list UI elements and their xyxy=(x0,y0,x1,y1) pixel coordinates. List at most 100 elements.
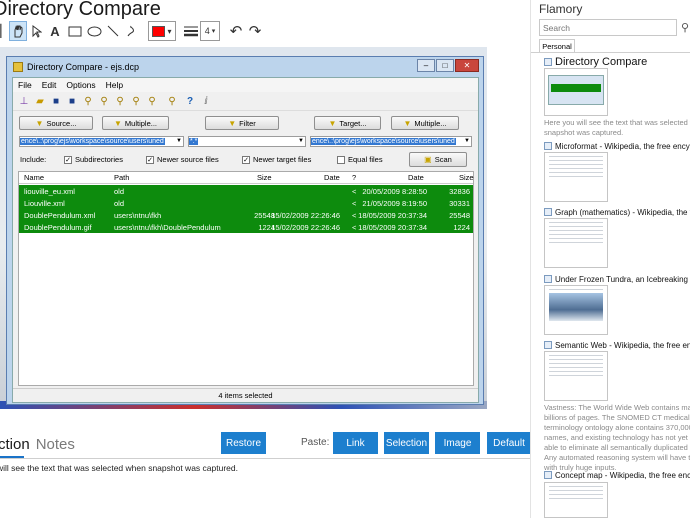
menu-file[interactable]: File xyxy=(18,78,32,92)
sync-icon[interactable]: ⚲ xyxy=(166,95,178,108)
minimize-icon[interactable]: – xyxy=(417,59,435,72)
snapshot-thumbnail[interactable] xyxy=(544,285,608,335)
close-icon[interactable]: ✕ xyxy=(455,59,479,72)
tab-notes[interactable]: Notes xyxy=(36,436,75,453)
table-row[interactable]: DoublePendulum.gif users\ntnu\fkh\DoubleP… xyxy=(19,221,473,233)
compare-icon[interactable]: ⊥ xyxy=(18,95,30,108)
col-path[interactable]: Path xyxy=(114,173,129,182)
rectangle-tool-icon[interactable] xyxy=(67,21,83,41)
snapshot-title[interactable]: Under Frozen Tundra, an Icebreaking Ship xyxy=(544,275,690,284)
menu-options[interactable]: Options xyxy=(66,78,95,92)
snapshot-title[interactable]: Semantic Web - Wikipedia, the free encyc… xyxy=(544,341,690,350)
move-icon[interactable]: ⚲ xyxy=(130,95,142,108)
tab-selection[interactable]: ction xyxy=(0,436,30,453)
equal-files-option[interactable]: Equal files xyxy=(337,155,383,164)
snapshot-title[interactable]: Microformat - Wikipedia, the free encycl… xyxy=(544,142,690,151)
filter-combo[interactable]: *.* ▼ xyxy=(188,136,306,147)
maximize-icon[interactable]: □ xyxy=(436,59,454,72)
table-cell: 30331 xyxy=(449,199,470,208)
text-tool-icon[interactable]: A xyxy=(48,21,62,41)
flamory-app: Directory Compare ▏ A ▾ 4 ▾ ↶ ↷ Director… xyxy=(0,0,690,518)
checkbox-unchecked[interactable] xyxy=(337,155,345,164)
subdirectories-option[interactable]: ✓ Subdirectories xyxy=(64,155,123,164)
col-compare[interactable]: ? xyxy=(352,173,356,182)
checkbox-checked[interactable]: ✓ xyxy=(64,155,72,164)
snapshot-thumbnail[interactable] xyxy=(544,482,608,518)
funnel-icon: ▼ xyxy=(113,118,122,128)
snapshot-thumbnail[interactable] xyxy=(544,218,608,268)
undo-icon[interactable]: ↶ xyxy=(228,21,244,41)
snapshot-desc-line: able to eliminate all semantically dupli… xyxy=(544,443,690,452)
snapshot-thumbnail[interactable] xyxy=(544,68,608,116)
table-cell: users\ntnu\fkh\DoublePendulum xyxy=(114,223,221,232)
pointer-icon[interactable] xyxy=(30,21,44,41)
color-picker[interactable]: ▾ xyxy=(148,21,176,41)
multiple-right-button[interactable]: ▼ Multiple... xyxy=(391,116,459,130)
target-button[interactable]: ▼ Target... xyxy=(314,116,381,130)
funnel-icon: ▼ xyxy=(35,118,44,128)
open-folder-icon[interactable]: ▰ xyxy=(34,95,46,108)
filter-button[interactable]: ▼ Filter xyxy=(205,116,279,130)
col-name[interactable]: Name xyxy=(24,173,44,182)
paste-image-button[interactable]: Image xyxy=(435,432,480,454)
stroke-width-select[interactable]: 4 ▾ xyxy=(200,21,220,41)
snapshot-title[interactable]: Graph (mathematics) - Wikipedia, the fre… xyxy=(544,208,690,217)
page-icon xyxy=(544,208,552,216)
chevron-down-icon: ▼ xyxy=(464,138,470,144)
paste-link-button[interactable]: Link xyxy=(333,432,378,454)
multiple-left-button[interactable]: ▼ Multiple... xyxy=(102,116,169,130)
snapshot-thumbnail[interactable] xyxy=(544,152,608,202)
target-path-combo[interactable]: ence\.:\prog\ejs\workspace\source\users\… xyxy=(310,136,472,147)
table-cell: 1224 xyxy=(453,223,470,232)
copy-right-icon[interactable]: ⚲ xyxy=(114,95,126,108)
freehand-tool-icon[interactable] xyxy=(125,21,139,41)
save-as-icon[interactable]: ■ xyxy=(66,95,78,108)
source-path-combo[interactable]: ence\.:\prog\ejs\workspace\source\users\… xyxy=(19,136,184,147)
checkbox-checked[interactable]: ✓ xyxy=(146,155,154,164)
newer-target-option[interactable]: ✓ Newer target files xyxy=(242,155,311,164)
snapshot-thumbnail[interactable] xyxy=(544,351,608,401)
col-date-left[interactable]: Date xyxy=(324,173,340,182)
search-input[interactable] xyxy=(539,19,677,36)
menu-help[interactable]: Help xyxy=(106,78,123,92)
source-button[interactable]: ▼ Source... xyxy=(19,116,93,130)
col-size-right[interactable]: Size xyxy=(459,173,474,182)
line-tool-icon[interactable] xyxy=(106,21,120,41)
paste-selection-button[interactable]: Selection xyxy=(384,432,429,454)
window-toolbar: ⊥ ▰ ■ ■ ⚲ ⚲ ⚲ ⚲ ⚲ ⚲ ? ⅈ xyxy=(13,93,478,111)
restore-button[interactable]: Restore xyxy=(221,432,266,454)
tab-personal[interactable]: Personal xyxy=(539,39,575,53)
col-date-right[interactable]: Date xyxy=(408,173,424,182)
newer-source-option[interactable]: ✓ Newer source files xyxy=(146,155,219,164)
snapshot-title[interactable]: Directory Compare xyxy=(544,56,690,68)
menu-edit[interactable]: Edit xyxy=(42,78,57,92)
delete-icon[interactable]: ⚲ xyxy=(146,95,158,108)
save-icon[interactable]: ■ xyxy=(50,95,62,108)
snapshot-desc-line: Here you will see the text that was sele… xyxy=(544,118,690,127)
copy-icon[interactable]: ⚲ xyxy=(82,95,94,108)
table-row[interactable]: liouville_eu.xml old <20/05/2009 8:28:50 32… xyxy=(19,185,473,197)
hand-tool-icon[interactable] xyxy=(9,21,27,41)
info-icon[interactable]: ⅈ xyxy=(200,95,212,108)
annotation-toolbar: ▏ A ▾ 4 ▾ ↶ ↷ xyxy=(0,21,270,41)
table-cell: 15/02/2009 22:26:46 xyxy=(271,211,340,220)
menu-bar: File Edit Options Help xyxy=(13,78,478,92)
checkbox-checked[interactable]: ✓ xyxy=(242,155,250,164)
help-icon[interactable]: ? xyxy=(184,95,196,108)
table-row[interactable]: Liouville.xml old <21/05/2009 8:19:50 30331 xyxy=(19,197,473,209)
selection-text: will see the text that was selected when… xyxy=(0,463,238,473)
table-row[interactable]: DoublePendulum.xml users\ntnu\fkh 25548 15/… xyxy=(19,209,473,221)
directory-compare-window: Directory Compare - ejs.dcp – □ ✕ File E… xyxy=(6,56,484,405)
page-icon xyxy=(544,142,552,150)
snapshot-title[interactable]: Concept map - Wikipedia, the free encycl… xyxy=(544,471,690,480)
paste-default-button[interactable]: Default xyxy=(487,432,531,454)
col-size-left[interactable]: Size xyxy=(257,173,272,182)
redo-icon[interactable]: ↷ xyxy=(247,21,263,41)
copy-left-icon[interactable]: ⚲ xyxy=(98,95,110,108)
tab-divider xyxy=(531,52,690,53)
status-bar: 4 items selected xyxy=(13,388,478,402)
search-icon[interactable]: ⚲ xyxy=(681,21,689,34)
ellipse-tool-icon[interactable] xyxy=(86,21,102,41)
chevron-down-icon: ▾ xyxy=(211,28,216,35)
scan-button[interactable]: ▣ Scan xyxy=(409,152,467,167)
